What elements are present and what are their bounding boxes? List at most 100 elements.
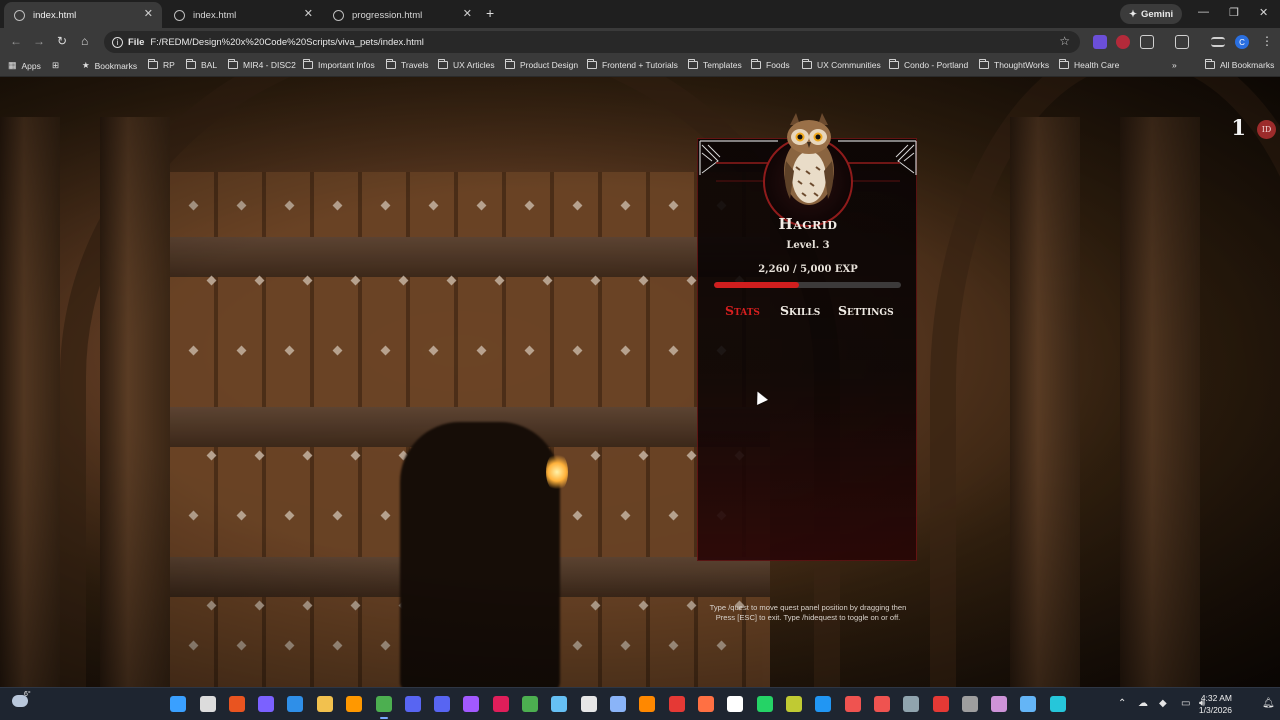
weather-widget[interactable]: 6°	[12, 691, 31, 707]
tab-search-icon[interactable]	[1175, 35, 1189, 49]
bookmark-label: UX Communities	[817, 60, 881, 70]
all-bookmarks-folder[interactable]: All Bookmarks	[1205, 59, 1275, 70]
notepad-icon[interactable]	[522, 696, 538, 712]
more-bookmarks-chevron-icon[interactable]: »	[1172, 60, 1177, 70]
vscode-icon[interactable]	[815, 696, 831, 712]
bookmark-label: Foods	[766, 60, 790, 70]
tab-skills[interactable]: Skills	[780, 303, 820, 318]
app-icon[interactable]	[698, 696, 714, 712]
bookmark-folder[interactable]: ThoughtWorks	[979, 59, 1049, 70]
vlc-icon[interactable]	[639, 696, 655, 712]
browser-tab-2[interactable]: index.html ✕	[164, 2, 322, 28]
app-icon[interactable]	[786, 696, 802, 712]
figma-icon[interactable]	[463, 696, 479, 712]
close-tab-icon[interactable]: ✕	[144, 7, 153, 20]
close-tab-icon[interactable]: ✕	[463, 7, 472, 20]
bookmark-bookmarks[interactable]: ★ Bookmarks	[82, 60, 137, 71]
tab-settings[interactable]: Settings	[838, 303, 894, 318]
chrome-icon[interactable]	[376, 696, 392, 712]
copilot-icon[interactable]	[258, 696, 274, 712]
system-clock[interactable]: 4:32 AM 1/3/2026	[1199, 692, 1232, 716]
bookmark-label: BAL	[201, 60, 218, 70]
browser-tab-3[interactable]: progression.html ✕	[323, 2, 481, 28]
tab-stats[interactable]: Stats	[725, 303, 760, 318]
bookmark-label: Condo - Portland	[904, 60, 969, 70]
quest-hint-text: Type /quest to move quest panel position…	[709, 603, 907, 622]
vignette	[0, 77, 1280, 687]
close-window-button[interactable]: ✕	[1259, 6, 1268, 19]
notification-bell-icon[interactable]: 🔔︎	[1262, 698, 1275, 709]
bookmark-folder[interactable]: BAL	[186, 59, 218, 70]
search-icon[interactable]	[200, 696, 216, 712]
ubuntu-icon[interactable]	[229, 696, 245, 712]
earth-icon[interactable]	[1050, 696, 1066, 712]
calculator-icon[interactable]	[903, 696, 919, 712]
info-icon[interactable]: i	[112, 36, 123, 48]
owl-pet-portrait	[784, 113, 834, 205]
bookmark-folder[interactable]: Health Care	[1059, 59, 1119, 70]
discord-icon[interactable]	[434, 696, 450, 712]
pet-level: Level. 3	[786, 240, 830, 251]
app-icon[interactable]	[845, 696, 861, 712]
bookmark-folder[interactable]: RP	[148, 59, 175, 70]
bookmark-folder[interactable]: Product Design	[505, 59, 578, 70]
terminal-icon[interactable]	[962, 696, 978, 712]
minimize-button[interactable]: —	[1198, 6, 1209, 18]
new-tab-button[interactable]: +	[486, 5, 494, 21]
player-count: 1	[1231, 115, 1246, 140]
app-icon[interactable]	[991, 696, 1007, 712]
bookmark-folder[interactable]: UX Articles	[438, 59, 495, 70]
profile-avatar[interactable]: C	[1235, 35, 1249, 49]
dropbox-icon[interactable]: ◆	[1159, 698, 1167, 709]
globe-icon	[174, 9, 185, 21]
back-button[interactable]: ←	[10, 34, 22, 48]
discord-icon[interactable]	[405, 696, 421, 712]
extension-icon[interactable]	[1116, 35, 1130, 49]
grid-icon[interactable]: ⊞	[52, 60, 59, 71]
bookmark-label: All Bookmarks	[1220, 60, 1275, 70]
slack-icon[interactable]	[493, 696, 509, 712]
photos-icon[interactable]	[287, 696, 303, 712]
tray-chevron-icon[interactable]: ⌃	[1118, 698, 1126, 709]
app-icon[interactable]	[874, 696, 890, 712]
bookmark-folder[interactable]: Travels	[386, 59, 429, 70]
app-icon[interactable]	[1020, 696, 1036, 712]
start-menu-icon[interactable]	[170, 696, 186, 712]
extensions-puzzle-icon[interactable]	[1140, 35, 1154, 49]
autodesk-icon[interactable]	[933, 696, 949, 712]
bookmark-folder[interactable]: Frontend + Tutorials	[587, 59, 678, 70]
bookmark-folder[interactable]: MIR4 - DISC2	[228, 59, 296, 70]
restore-button[interactable]: ❐	[1229, 6, 1239, 19]
bookmark-folder[interactable]: UX Communities	[802, 59, 881, 70]
home-button[interactable]: ⌂	[81, 34, 88, 48]
reading-list-icon[interactable]	[1211, 37, 1225, 47]
forward-button[interactable]: →	[33, 34, 45, 48]
close-tab-icon[interactable]: ✕	[304, 7, 313, 20]
steam-icon[interactable]	[551, 696, 567, 712]
folder-icon	[751, 59, 761, 69]
onedrive-icon[interactable]: ☁	[1138, 698, 1148, 709]
file-explorer-icon[interactable]	[317, 696, 333, 712]
bookmark-folder[interactable]: Condo - Portland	[889, 59, 969, 70]
whatsapp-icon[interactable]	[757, 696, 773, 712]
shield-icon[interactable]	[610, 696, 626, 712]
address-scheme: File	[128, 36, 145, 48]
address-bar[interactable]: i File F:/REDM/Design%20x%20Code%20Scrip…	[104, 31, 1080, 53]
bookmark-star-icon[interactable]: ☆	[1059, 34, 1070, 48]
folder-icon	[386, 59, 396, 69]
sublime-text-icon[interactable]	[346, 696, 362, 712]
github-icon[interactable]	[581, 696, 597, 712]
bookmark-folder[interactable]: Important Infos	[303, 59, 375, 70]
notion-icon[interactable]	[727, 696, 743, 712]
reload-button[interactable]: ↻	[57, 34, 67, 48]
gemini-button[interactable]: ✦ Gemini	[1120, 4, 1183, 24]
bookmark-folder[interactable]: Templates	[688, 59, 742, 70]
bookmark-folder[interactable]: Foods	[751, 59, 790, 70]
app-icon[interactable]	[669, 696, 685, 712]
bookmark-apps[interactable]: ▦ Apps	[8, 60, 41, 71]
player-id-badge: ID	[1257, 120, 1276, 139]
browser-tab-1[interactable]: index.html ✕	[4, 2, 162, 28]
menu-kebab-icon[interactable]: ⋮	[1261, 34, 1273, 48]
battery-icon[interactable]: ▭	[1181, 698, 1190, 709]
extension-icon[interactable]	[1093, 35, 1107, 49]
